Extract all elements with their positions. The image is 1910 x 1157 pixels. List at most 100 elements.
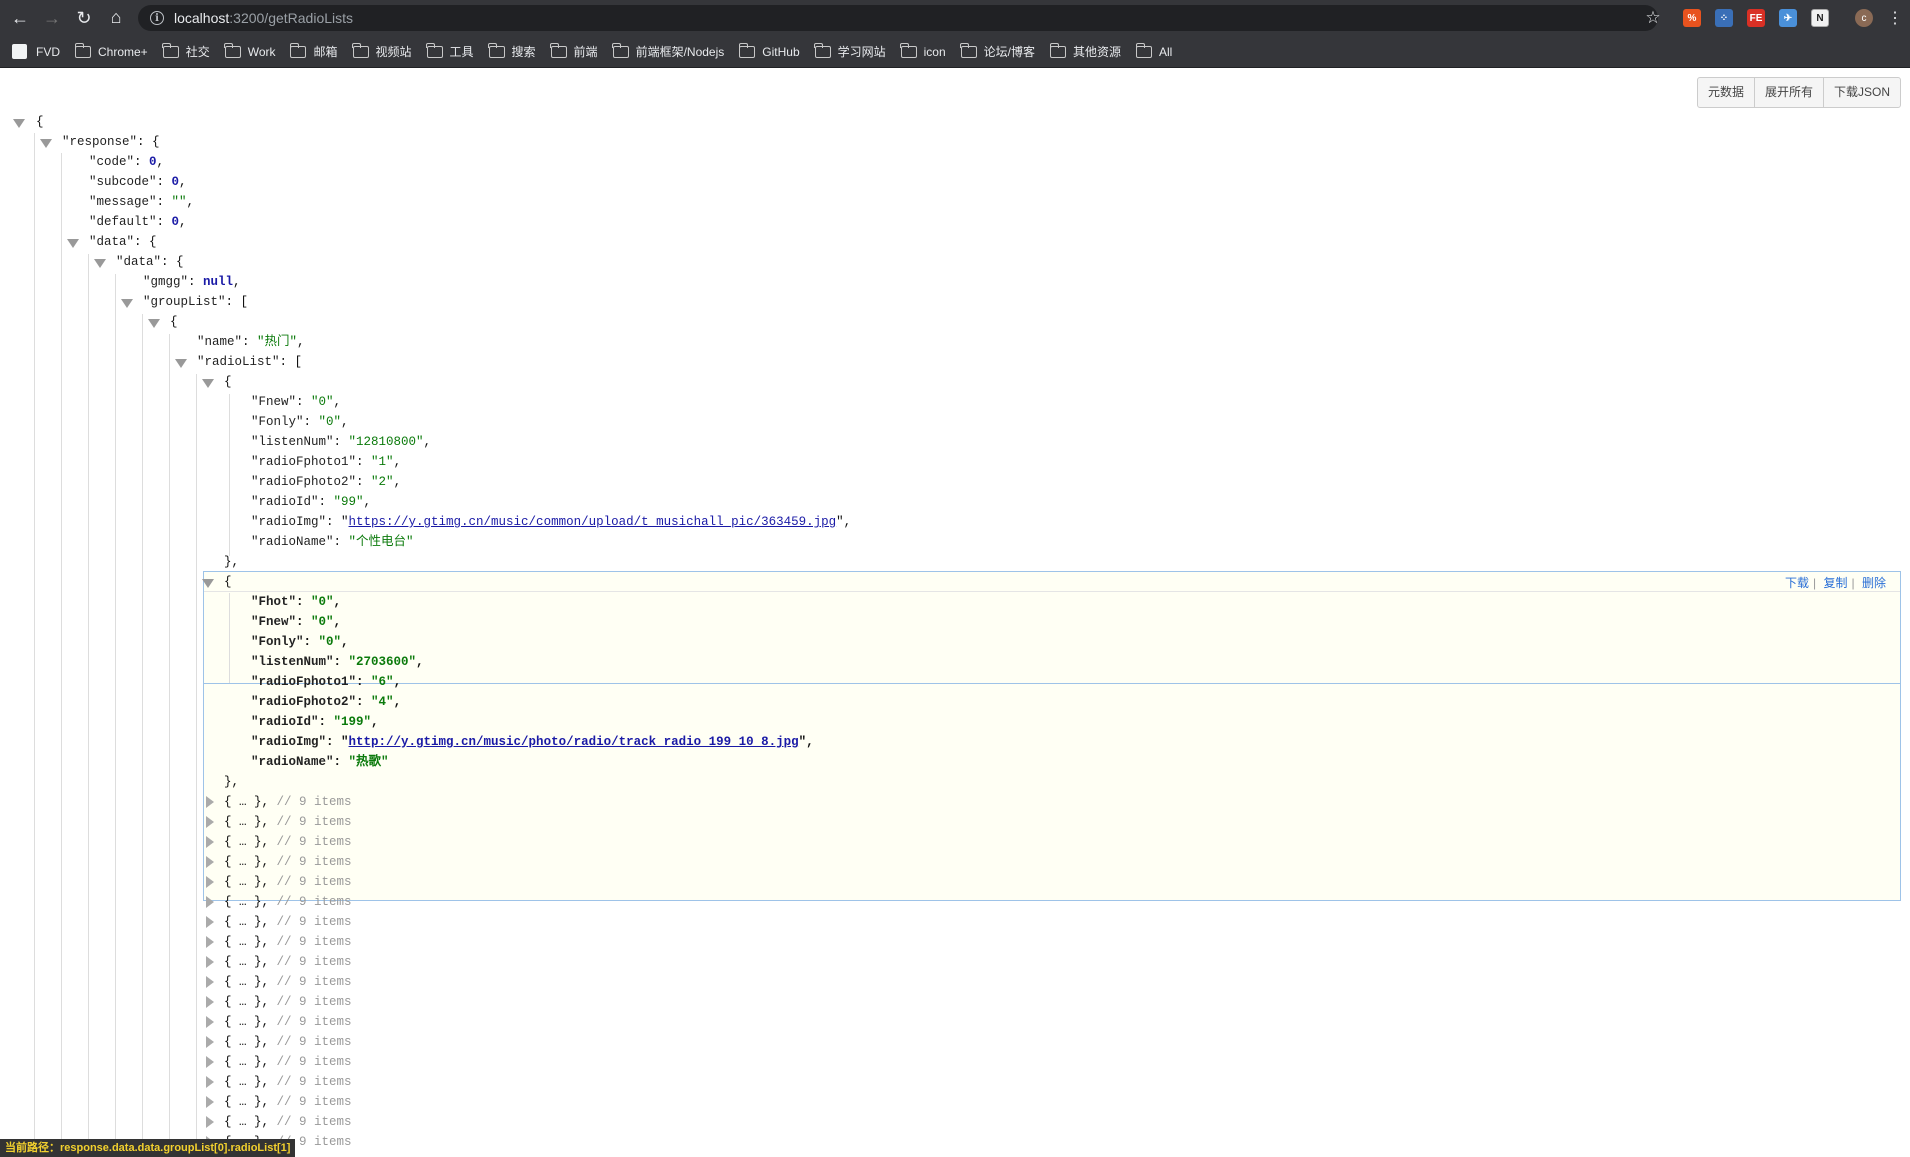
json-line: "Fhot": "0", <box>251 595 342 609</box>
collapsed-object-row[interactable]: { … }, // 9 items <box>224 932 352 952</box>
expand-toggle-icon[interactable] <box>206 1076 214 1088</box>
home-icon[interactable]: ⌂ <box>106 7 126 27</box>
collapse-toggle-icon[interactable] <box>175 359 187 368</box>
json-line: "message": "", <box>89 195 195 209</box>
folder-icon <box>960 42 977 58</box>
avatar[interactable]: c <box>1855 9 1873 27</box>
expand-toggle-icon[interactable] <box>206 956 214 968</box>
expand-toggle-icon[interactable] <box>206 856 214 868</box>
fe-extension-icon[interactable]: FE <box>1747 9 1765 27</box>
item-count-comment: // 9 items <box>276 875 352 889</box>
expand-all-button[interactable]: 展开所有 <box>1754 78 1823 107</box>
expand-toggle-icon[interactable] <box>206 1116 214 1128</box>
bookmark-folder[interactable]: 其他资源 <box>1049 42 1121 60</box>
bookmark-folder[interactable]: 邮箱 <box>289 42 338 60</box>
expand-toggle-icon[interactable] <box>206 796 214 808</box>
extension-icon-2[interactable]: ⁘ <box>1715 9 1733 27</box>
expand-toggle-icon[interactable] <box>206 1056 214 1068</box>
expand-toggle-icon[interactable] <box>206 996 214 1008</box>
bookmark-fvd[interactable]: FVD <box>12 44 60 59</box>
expand-toggle-icon[interactable] <box>206 1016 214 1028</box>
expand-toggle-icon[interactable] <box>206 936 214 948</box>
row-copy-link[interactable]: 复制 <box>1824 576 1848 590</box>
collapsed-object-row[interactable]: { … }, // 9 items <box>224 872 352 892</box>
json-line: "radioId": "199", <box>251 715 379 729</box>
bookmark-folder[interactable]: 工具 <box>426 42 474 60</box>
collapse-toggle-icon[interactable] <box>202 379 214 388</box>
collapsed-object-row[interactable]: { … }, // 9 items <box>224 812 352 832</box>
extension-icon-1[interactable]: % <box>1683 9 1701 27</box>
collapsed-object-row[interactable]: { … }, // 9 items <box>224 1012 352 1032</box>
forward-icon[interactable]: → <box>42 8 62 28</box>
item-count-comment: // 9 items <box>276 955 352 969</box>
bookmark-folder[interactable]: 学习网站 <box>814 42 886 60</box>
address-bar[interactable]: i localhost:3200/getRadioLists <box>138 5 1658 31</box>
expand-toggle-icon[interactable] <box>206 876 214 888</box>
collapsed-object-row[interactable]: { … }, // 9 items <box>224 892 352 912</box>
collapse-toggle-icon[interactable] <box>67 239 79 248</box>
bookmark-folder[interactable]: 论坛/博客 <box>960 42 1035 60</box>
row-delete-link[interactable]: 删除 <box>1862 576 1886 590</box>
item-count-comment: // 9 items <box>276 1035 352 1049</box>
collapse-toggle-icon[interactable] <box>121 299 133 308</box>
bookmark-folder[interactable]: 视频站 <box>352 42 412 60</box>
bookmark-folder[interactable]: All <box>1135 42 1172 59</box>
folder-icon <box>814 42 831 58</box>
collapsed-object-row[interactable]: { … }, // 9 items <box>224 992 352 1012</box>
bookmark-star-icon[interactable]: ☆ <box>1643 8 1663 28</box>
bookmark-folder[interactable]: 搜索 <box>488 42 536 60</box>
bookmark-folder[interactable]: Work <box>224 42 275 59</box>
collapsed-object-row[interactable]: { … }, // 9 items <box>224 852 352 872</box>
download-json-button[interactable]: 下载JSON <box>1823 78 1900 107</box>
expand-toggle-icon[interactable] <box>206 1036 214 1048</box>
folder-icon <box>224 42 241 58</box>
collapsed-object-row[interactable]: { … }, // 9 items <box>224 952 352 972</box>
bookmark-folder[interactable]: icon <box>900 42 946 59</box>
bookmark-folder[interactable]: 前端框架/Nodejs <box>612 42 724 60</box>
extension-icon-4[interactable]: ✈ <box>1779 9 1797 27</box>
bookmark-folder[interactable]: GitHub <box>738 42 800 59</box>
expand-toggle-icon[interactable] <box>206 896 214 908</box>
json-line: "Fnew": "0", <box>251 615 342 629</box>
browser-toolbar: ← → ↻ ⌂ i localhost:3200/getRadioLists ☆… <box>0 0 1910 36</box>
collapsed-object-row[interactable]: { … }, // 9 items <box>224 832 352 852</box>
metadata-button[interactable]: 元数据 <box>1698 78 1754 107</box>
radio-img-link[interactable]: https://y.gtimg.cn/music/common/upload/t… <box>349 515 837 529</box>
expand-toggle-icon[interactable] <box>206 816 214 828</box>
collapsed-object-row[interactable]: { … }, // 9 items <box>224 792 352 812</box>
collapsed-object-row[interactable]: { … }, // 9 items <box>224 1092 352 1112</box>
row-download-link[interactable]: 下载 <box>1785 576 1809 590</box>
expand-toggle-icon[interactable] <box>206 836 214 848</box>
folder-icon <box>488 42 505 58</box>
collapse-toggle-icon[interactable] <box>148 319 160 328</box>
collapsed-object-row[interactable]: { … }, // 9 items <box>224 1032 352 1052</box>
expand-toggle-icon[interactable] <box>206 916 214 928</box>
collapsed-object-row[interactable]: { … }, // 9 items <box>224 1112 352 1132</box>
bookmark-folder[interactable]: 社交 <box>162 42 210 60</box>
collapse-toggle-icon[interactable] <box>40 139 52 148</box>
collapsed-object-row[interactable]: { … }, // 9 items <box>224 972 352 992</box>
menu-icon[interactable]: ⋮ <box>1885 8 1905 28</box>
json-line: "data": { <box>89 235 157 249</box>
bookmark-folder[interactable]: 前端 <box>550 42 598 60</box>
collapse-toggle-icon[interactable] <box>202 579 214 588</box>
item-count-comment: // 9 items <box>276 795 352 809</box>
radio-img-link[interactable]: http://y.gtimg.cn/music/photo/radio/trac… <box>349 735 799 749</box>
collapsed-object-row[interactable]: { … }, // 9 items <box>224 1052 352 1072</box>
collapsed-object-row[interactable]: { … }, // 9 items <box>224 912 352 932</box>
json-line: "radioImg": "http://y.gtimg.cn/music/pho… <box>251 735 814 749</box>
reload-icon[interactable]: ↻ <box>74 8 94 28</box>
json-line: { <box>170 315 178 329</box>
notion-icon[interactable]: N <box>1811 9 1829 27</box>
expand-toggle-icon[interactable] <box>206 1096 214 1108</box>
expand-toggle-icon[interactable] <box>206 976 214 988</box>
item-count-comment: // 9 items <box>276 1015 352 1029</box>
json-line: "response": { <box>62 135 160 149</box>
collapse-toggle-icon[interactable] <box>94 259 106 268</box>
collapse-toggle-icon[interactable] <box>13 119 25 128</box>
json-line: "code": 0, <box>89 155 165 169</box>
site-info-icon[interactable]: i <box>150 11 164 25</box>
collapsed-object-row[interactable]: { … }, // 9 items <box>224 1072 352 1092</box>
bookmark-folder[interactable]: Chrome+ <box>74 42 148 59</box>
back-icon[interactable]: ← <box>10 8 30 28</box>
